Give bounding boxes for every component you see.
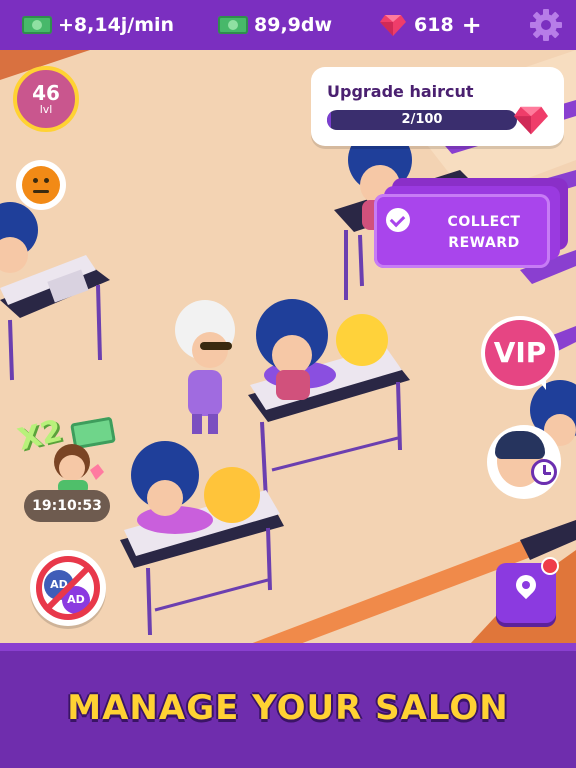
no-ads-button[interactable]: AD AD (30, 550, 106, 626)
timed-worker-button[interactable] (487, 425, 561, 499)
vip-button[interactable]: VIP (481, 316, 559, 390)
boost-timer: 19:10:53 (24, 490, 110, 522)
level-number: 46 (32, 81, 60, 105)
clock-icon (531, 459, 557, 485)
notification-dot (541, 557, 559, 575)
customer-mood-button[interactable] (16, 160, 66, 210)
player-level-badge[interactable]: 46 lvl (13, 66, 79, 132)
cash-bill-icon (22, 16, 52, 34)
upgrade-progress-bar: 2/100 (327, 110, 517, 130)
location-pin-icon (511, 570, 541, 600)
upgrade-progress-text: 2/100 (401, 112, 443, 127)
gem-icon (514, 106, 548, 135)
gems-value: 618 (414, 14, 454, 36)
cash-value: 89,9dw (254, 14, 333, 36)
collect-reward-line1: COLLECT (447, 214, 521, 230)
boost-customer-avatar (54, 444, 104, 494)
cash-bill-icon (218, 16, 248, 34)
income-rate-display: +8,14j/min (22, 12, 174, 38)
upgrade-title: Upgrade haircut (327, 82, 474, 101)
level-label: lvl (39, 103, 53, 116)
neutral-face-icon (22, 166, 60, 204)
banner-headline: MANAGE YOUR SALON (67, 688, 509, 728)
collect-reward-button[interactable]: COLLECT REWARD (374, 194, 550, 268)
resource-top-bar: +8,14j/min 89,9dw 618 + (0, 0, 576, 50)
cash-display: 89,9dw (218, 12, 332, 38)
gear-icon[interactable] (530, 9, 562, 41)
collect-reward-label: COLLECT REWARD (424, 212, 544, 254)
collect-reward-line2: REWARD (448, 235, 520, 251)
worker-hair (495, 431, 545, 459)
add-gems-button[interactable]: + (462, 11, 482, 39)
income-rate-value: +8,14j/min (58, 14, 175, 36)
gems-display[interactable]: 618 + (380, 11, 482, 39)
checkmark-icon (386, 208, 410, 232)
gem-icon (380, 15, 406, 36)
upgrade-haircut-card[interactable]: Upgrade haircut 2/100 (311, 67, 564, 146)
